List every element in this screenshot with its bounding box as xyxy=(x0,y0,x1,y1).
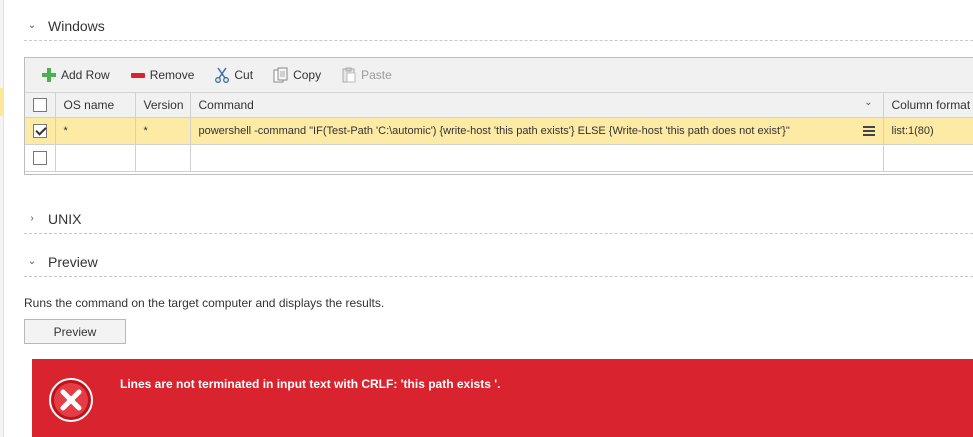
copy-button[interactable]: Copy xyxy=(273,67,321,83)
left-edge xyxy=(0,0,4,437)
section-header-windows[interactable]: ⌄ Windows xyxy=(24,11,973,41)
row-checkbox-cell xyxy=(25,117,56,145)
header-row: OS name Version Command ⌄ Column format xyxy=(25,93,973,118)
cut-button[interactable]: Cut xyxy=(214,67,253,83)
command-text: powershell -command "IF(Test-Path 'C:\au… xyxy=(198,124,790,137)
remove-button[interactable]: Remove xyxy=(130,67,195,83)
commands-table: OS name Version Command ⌄ Column format … xyxy=(25,93,973,172)
add-row-button[interactable]: Add Row xyxy=(41,67,110,83)
column-header-command[interactable]: Command ⌄ xyxy=(190,93,884,118)
row-checkbox[interactable] xyxy=(32,150,47,165)
clipboard-icon xyxy=(341,67,357,83)
row-checkbox[interactable] xyxy=(32,123,47,138)
chevron-right-icon: › xyxy=(30,213,34,224)
grid-toolbar: Add Row Remove Cut Copy Paste xyxy=(25,58,973,93)
version-cell[interactable]: * xyxy=(135,117,191,145)
table-row[interactable] xyxy=(25,144,973,172)
column-header-command-label: Command xyxy=(198,97,254,112)
section-header-unix[interactable]: › UNIX xyxy=(24,204,973,234)
preview-description: Runs the command on the target computer … xyxy=(24,296,385,310)
section-title-preview: Preview xyxy=(48,253,98,270)
copy-icon xyxy=(273,67,289,83)
paste-button[interactable]: Paste xyxy=(341,67,392,83)
select-all-checkbox[interactable] xyxy=(32,98,47,113)
error-icon xyxy=(48,377,94,423)
add-row-label: Add Row xyxy=(61,68,110,82)
cut-label: Cut xyxy=(234,68,254,82)
minus-icon xyxy=(130,67,146,83)
paste-label: Paste xyxy=(361,68,392,82)
os-name-cell[interactable]: * xyxy=(55,117,136,145)
table-row[interactable]: * * powershell -command "IF(Test-Path 'C… xyxy=(25,117,973,145)
column-format-cell[interactable] xyxy=(883,144,973,172)
preview-button[interactable]: Preview xyxy=(24,319,126,344)
os-name-cell[interactable] xyxy=(55,144,136,172)
row-marker xyxy=(0,88,4,116)
select-all-cell xyxy=(25,93,56,118)
section-title-unix: UNIX xyxy=(48,210,82,227)
column-header-version[interactable]: Version xyxy=(135,93,191,118)
error-message: Lines are not terminated in input text w… xyxy=(120,377,501,391)
remove-label: Remove xyxy=(149,68,195,82)
chevron-down-icon: ⌄ xyxy=(27,20,37,31)
section-title-windows: Windows xyxy=(48,17,105,34)
command-cell[interactable] xyxy=(190,144,884,172)
plus-icon xyxy=(41,67,57,83)
command-cell[interactable]: powershell -command "IF(Test-Path 'C:\au… xyxy=(190,117,884,145)
chevron-down-icon: ⌄ xyxy=(27,256,37,267)
column-format-cell[interactable]: list:1(80) xyxy=(883,117,973,145)
commands-grid: Add Row Remove Cut Copy Paste OS name Ve… xyxy=(24,57,973,175)
copy-label: Copy xyxy=(293,68,322,82)
section-header-preview[interactable]: ⌄ Preview xyxy=(24,247,973,277)
scissors-icon xyxy=(214,67,230,83)
column-header-os-name[interactable]: OS name xyxy=(55,93,136,118)
error-banner: Lines are not terminated in input text w… xyxy=(32,359,973,437)
row-checkbox-cell xyxy=(25,144,56,172)
version-cell[interactable] xyxy=(135,144,191,172)
column-header-column-format[interactable]: Column format xyxy=(883,93,973,118)
chevron-down-icon[interactable]: ⌄ xyxy=(864,97,872,108)
menu-icon[interactable] xyxy=(862,125,875,136)
